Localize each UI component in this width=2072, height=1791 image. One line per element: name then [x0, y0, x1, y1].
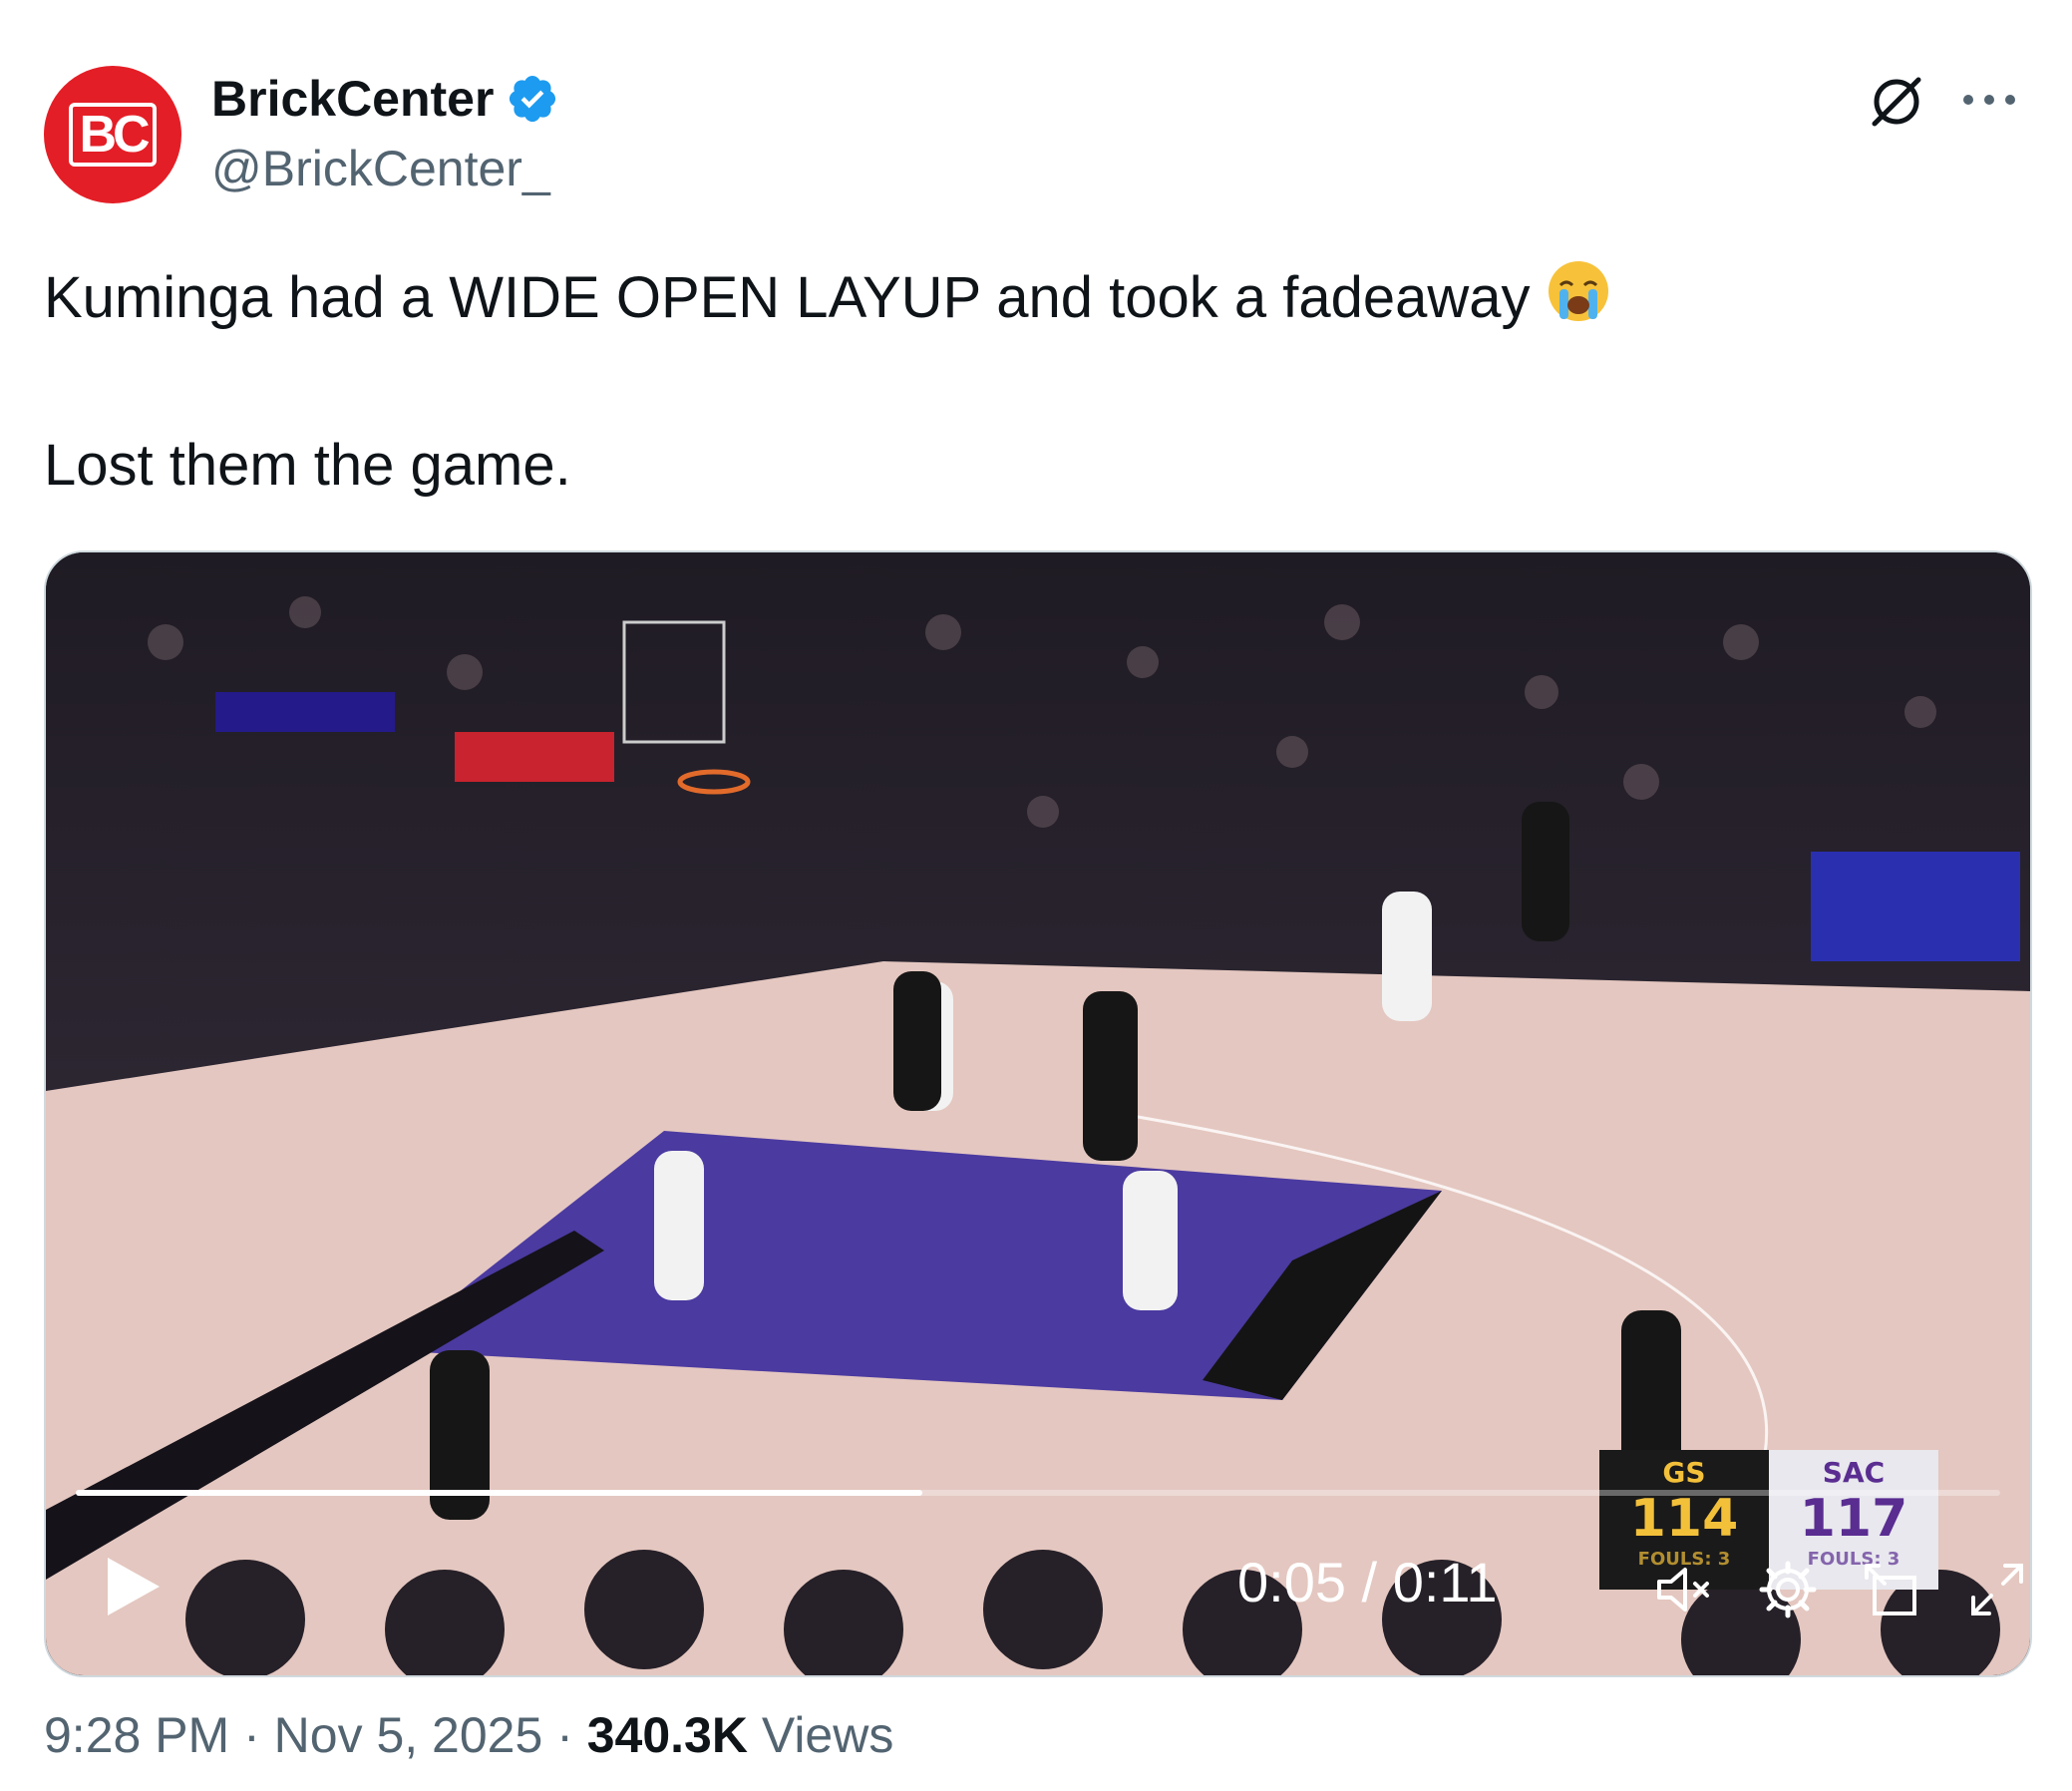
views-label: Views: [761, 1707, 894, 1763]
grok-icon[interactable]: [1865, 70, 1928, 134]
views-count: 340.3K: [586, 1707, 748, 1763]
tweet-date[interactable]: Nov 5, 2025: [274, 1707, 543, 1763]
home-team-abbr: GS: [1662, 1456, 1706, 1489]
tweet-text-line: Kuminga had a WIDE OPEN LAYUP and took a…: [44, 255, 1614, 340]
mute-icon[interactable]: [1651, 1558, 1715, 1621]
tweet-text-line: Lost them the game.: [44, 433, 571, 498]
loudly-crying-face-icon: [1548, 261, 1608, 321]
play-icon[interactable]: [96, 1552, 166, 1621]
fullscreen-icon[interactable]: [1965, 1558, 2029, 1621]
author-name-row: BrickCenter: [211, 70, 559, 128]
away-team-abbr: SAC: [1822, 1456, 1886, 1489]
tweet-meta: 9:28 PM · Nov 5, 2025 · 340.3K Views: [44, 1707, 894, 1763]
picture-in-picture-icon[interactable]: [1861, 1558, 1924, 1621]
video-time: 0:05 / 0:11: [1237, 1551, 1498, 1613]
more-options-icon[interactable]: [1954, 80, 2024, 120]
video-current-time: 0:05: [1237, 1551, 1346, 1613]
avatar[interactable]: BC: [44, 66, 181, 203]
video-progress-bar[interactable]: [76, 1490, 2000, 1496]
tweet-time[interactable]: 9:28 PM: [44, 1707, 229, 1763]
video-progress-fill: [76, 1490, 923, 1496]
video-controls: 0:05 / 0:11: [46, 1540, 2030, 1659]
avatar-logo-text: BC: [69, 103, 157, 167]
settings-icon[interactable]: [1756, 1558, 1820, 1621]
video-duration: 0:11: [1392, 1551, 1498, 1613]
author-handle[interactable]: @BrickCenter_: [211, 140, 550, 197]
verified-badge-icon: [510, 75, 556, 123]
tweet-text: Kuminga had a WIDE OPEN LAYUP and took a…: [44, 255, 1614, 508]
author-display-name[interactable]: BrickCenter: [211, 70, 494, 128]
video-player[interactable]: GS 114 FOULS: 3 SAC 117 FOULS: 3 0:05 / …: [44, 550, 2032, 1677]
